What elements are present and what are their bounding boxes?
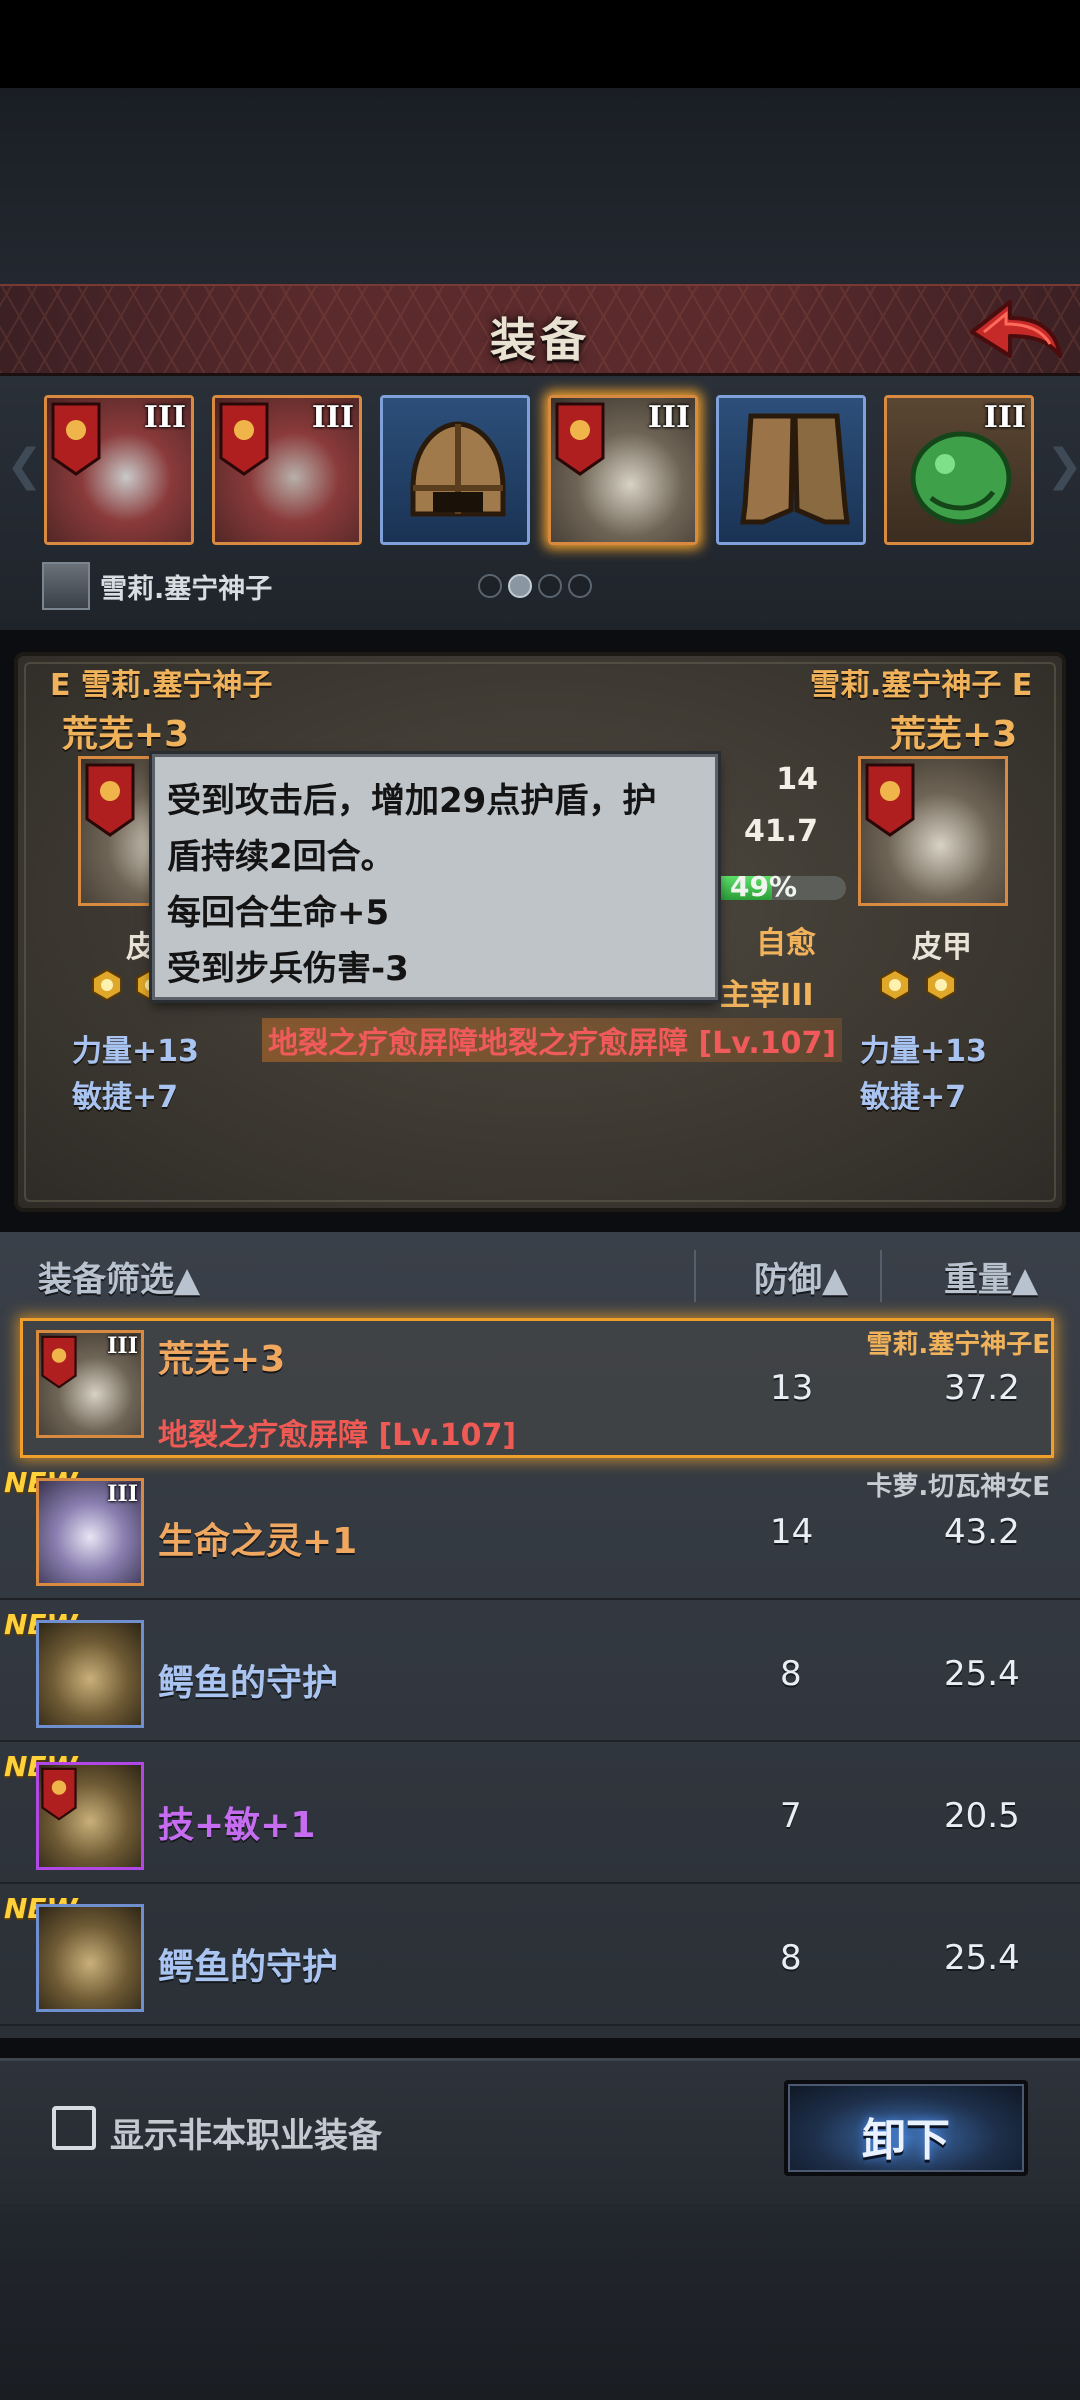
unequip-button[interactable]: 卸下 [784, 2080, 1028, 2176]
sun-banner-icon [219, 402, 269, 476]
left-item-name: 荒芜+3 [62, 714, 190, 755]
tier-badge: III [983, 400, 1026, 435]
item-weight: 37.2 [944, 1368, 1020, 1408]
avatar [42, 562, 90, 610]
leather-helmet-icon [410, 421, 506, 517]
item-defense: 8 [780, 1938, 802, 1978]
crocodile-armor-image [39, 1907, 141, 2009]
sun-banner-icon [41, 1767, 77, 1821]
tooltip-line-3: 每回合生命+5 [167, 893, 390, 933]
weight-sort-header[interactable]: 重量▲ [944, 1252, 1038, 1301]
equip-slot-4-selected[interactable]: III [548, 395, 698, 545]
item-owner: 雪莉.塞宁神子E [866, 1330, 1050, 1360]
equip-slot-2[interactable]: III [212, 395, 362, 545]
character-name: 雪莉.塞宁神子 [100, 573, 273, 605]
crocodile-armor-image [39, 1623, 141, 1725]
sun-banner-icon [865, 763, 915, 837]
tier-badge: III [647, 400, 690, 435]
show-other-class-checkbox[interactable] [52, 2106, 96, 2150]
right-item-type: 皮甲 [912, 930, 972, 965]
sun-banner-icon [51, 402, 101, 476]
page-dot [568, 574, 592, 598]
page-title: 装备 [490, 313, 590, 367]
unequip-label: 卸下 [862, 2115, 950, 2166]
item-name: 生命之灵+1 [158, 1521, 358, 1562]
sun-banner-icon [41, 1335, 77, 1389]
item-weight: 43.2 [944, 1512, 1020, 1552]
tooltip-line-4: 受到步兵伤害-3 [167, 949, 409, 989]
skill-line: 地裂之疗愈屏障地裂之疗愈屏障 [Lv.107] [262, 1018, 843, 1062]
left-stat-agility: 敏捷+7 [72, 1080, 179, 1115]
page-dot-active [508, 574, 532, 598]
item-icon [36, 1762, 144, 1870]
gem-socket-icon [92, 968, 122, 1002]
page-indicator [478, 574, 592, 598]
title-bar: 装备 [0, 284, 1080, 376]
self-heal-label: 自愈 [756, 926, 816, 961]
weight-value: 41.7 [743, 814, 818, 849]
item-icon: III [36, 1330, 144, 1438]
item-weight: 25.4 [944, 1654, 1020, 1694]
header-divider [880, 1250, 882, 1302]
left-stat-strength: 力量+13 [72, 1034, 199, 1069]
right-owner: 雪莉.塞宁神子 E [810, 668, 1033, 703]
right-item-name: 荒芜+3 [890, 714, 1018, 755]
item-defense: 7 [780, 1796, 802, 1836]
item-owner: 卡萝.切瓦神女E [866, 1472, 1050, 1502]
status-bar [0, 0, 1080, 88]
item-defense: 8 [780, 1654, 802, 1694]
tier-badge: III [311, 400, 354, 435]
leather-boots-icon [740, 413, 850, 525]
defense-value: 14 [776, 762, 818, 797]
item-icon: III [36, 1478, 144, 1586]
equip-slot-1[interactable]: III [44, 395, 194, 545]
page-dot [538, 574, 562, 598]
right-item-icon: III [858, 756, 1008, 906]
chevron-left-icon[interactable]: ❮ [6, 440, 43, 491]
item-icon [36, 1904, 144, 2012]
equip-slot-3[interactable] [380, 395, 530, 545]
top-backdrop [0, 88, 1080, 284]
tooltip-line-1: 受到攻击后，增加29点护盾，护 [167, 781, 657, 821]
equip-slot-6[interactable]: III [884, 395, 1034, 545]
dominate-label: 主宰III [720, 978, 814, 1013]
item-name: 荒芜+3 [158, 1339, 286, 1380]
sun-banner-icon [555, 402, 605, 476]
bottom-backdrop [0, 2204, 1080, 2400]
show-other-class-label: 显示非本职业装备 [110, 2116, 382, 2156]
item-name: 鳄鱼的守护 [158, 1947, 339, 1988]
skill-tooltip: 受到攻击后，增加29点护盾，护 盾持续2回合。 每回合生命+5 受到步兵伤害-3 [152, 754, 718, 1000]
item-icon [36, 1620, 144, 1728]
durability-percent: 49% [730, 870, 798, 903]
chevron-right-icon[interactable]: ❯ [1046, 440, 1080, 491]
header-divider [694, 1250, 696, 1302]
character-selector[interactable]: 雪莉.塞宁神子 [42, 562, 272, 610]
sun-banner-icon [85, 763, 135, 837]
item-defense: 14 [770, 1512, 814, 1552]
right-stat-agility: 敏捷+7 [860, 1080, 967, 1115]
gem-socket-icon [880, 968, 910, 1002]
left-owner: E 雪莉.塞宁神子 [50, 668, 273, 703]
tooltip-line-2: 盾持续2回合。 [167, 837, 395, 877]
item-skill: 地裂之疗愈屏障 [Lv.107] [158, 1418, 517, 1453]
tier-badge: III [107, 1333, 138, 1359]
item-defense: 13 [770, 1368, 814, 1408]
gem-socket-icon [926, 968, 956, 1002]
back-arrow-icon[interactable] [964, 294, 1064, 370]
page-dot [478, 574, 502, 598]
item-weight: 25.4 [944, 1938, 1020, 1978]
tier-badge: III [143, 400, 186, 435]
item-name: 技+敏+1 [158, 1805, 316, 1846]
equip-slot-5[interactable] [716, 395, 866, 545]
item-name: 鳄鱼的守护 [158, 1663, 339, 1704]
item-weight: 20.5 [944, 1796, 1020, 1836]
right-stat-strength: 力量+13 [860, 1034, 987, 1069]
defense-sort-header[interactable]: 防御▲ [754, 1252, 848, 1301]
tier-badge: III [107, 1481, 138, 1507]
filter-header[interactable]: 装备筛选▲ [38, 1252, 200, 1301]
